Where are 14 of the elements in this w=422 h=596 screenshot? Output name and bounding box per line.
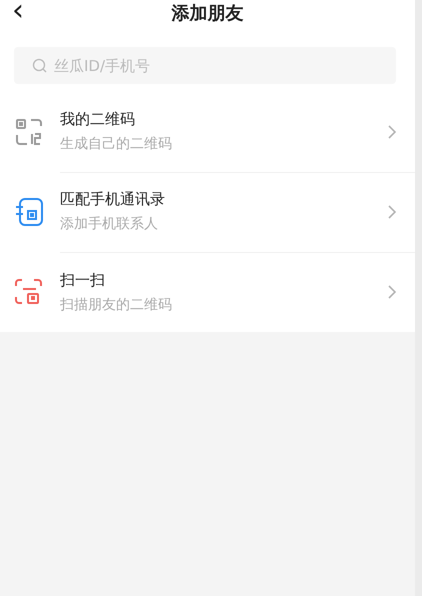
chevron-right-icon — [387, 124, 397, 140]
item-subtitle: 生成自己的二维码 — [60, 135, 173, 153]
search-field[interactable]: 丝瓜ID/手机号 — [14, 47, 396, 84]
item-title: 我的二维码 — [60, 110, 136, 129]
chevron-right-icon — [387, 284, 397, 300]
item-subtitle: 扫描朋友的二维码 — [60, 296, 173, 314]
menu-item[interactable]: 扫一扫 扫描朋友的二维码 — [0, 252, 415, 332]
back-button[interactable]: ‹ — [8, 0, 28, 26]
chevron-right-icon — [387, 204, 397, 220]
page-title: 添加朋友 — [172, 2, 244, 25]
item-subtitle: 添加手机联系人 — [60, 215, 159, 233]
item-title: 扫一扫 — [60, 270, 106, 290]
item-title: 匹配手机通讯录 — [60, 190, 166, 209]
search-icon — [32, 58, 48, 74]
